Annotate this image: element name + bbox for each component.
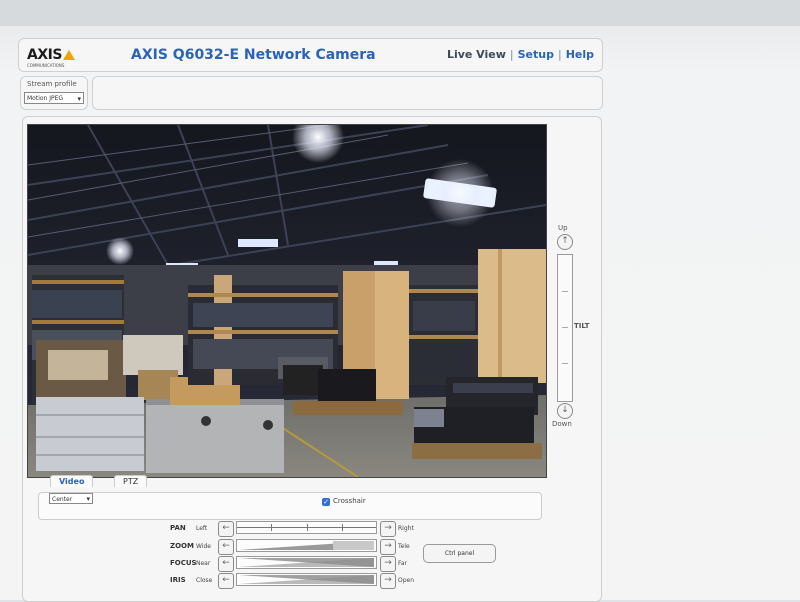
preset-select[interactable]: Center ▾ bbox=[49, 493, 93, 504]
arrow-left-icon: ← bbox=[222, 558, 230, 568]
tab-ptz[interactable]: PTZ bbox=[114, 475, 148, 487]
browser-top-strip bbox=[0, 0, 800, 26]
stream-profile-select[interactable]: Motion JPEG ▾ bbox=[24, 92, 84, 104]
logo-text: AXIS bbox=[27, 47, 62, 63]
stream-profile-label: Stream profile bbox=[27, 80, 77, 88]
arrow-right-icon: → bbox=[384, 541, 392, 551]
tilt-tick bbox=[562, 327, 568, 328]
iris-open-button[interactable]: → bbox=[380, 573, 396, 589]
logo-subtitle: COMMUNICATIONS bbox=[27, 63, 65, 68]
zoom-tele-label: Tele bbox=[398, 543, 410, 550]
top-nav: Live View | Setup | Help bbox=[447, 48, 594, 61]
logo-triangle-icon bbox=[62, 50, 75, 60]
focus-near-label: Near bbox=[196, 560, 211, 567]
nav-separator: | bbox=[509, 48, 514, 61]
pan-right-label: Right bbox=[398, 525, 414, 532]
checkmark-icon: ✓ bbox=[322, 498, 330, 506]
axis-logo[interactable]: AXIS COMMUNICATIONS bbox=[27, 47, 75, 68]
tilt-up-label: Up bbox=[558, 224, 568, 232]
live-video-feed[interactable] bbox=[27, 124, 547, 478]
focus-near-button[interactable]: ← bbox=[218, 556, 234, 572]
page-title: AXIS Q6032-E Network Camera bbox=[131, 47, 376, 63]
focus-slider[interactable] bbox=[236, 556, 377, 569]
iris-open-label: Open bbox=[398, 577, 415, 584]
iris-wedge-graphic bbox=[239, 575, 374, 584]
ptz-options-row: Center ▾ ✓ Crosshair bbox=[38, 492, 542, 520]
arrow-down-icon: ↓ bbox=[561, 405, 569, 415]
zoom-wide-button[interactable]: ← bbox=[218, 539, 234, 555]
pan-slider[interactable] bbox=[236, 521, 377, 534]
iris-close-label: Close bbox=[196, 577, 213, 584]
pan-tick bbox=[307, 524, 308, 531]
arrow-left-icon: ← bbox=[222, 541, 230, 551]
stream-profile-box: Stream profile Motion JPEG ▾ bbox=[20, 76, 88, 110]
iris-slider[interactable] bbox=[236, 573, 377, 586]
stream-profile-value: Motion JPEG bbox=[27, 95, 64, 102]
zoom-label: ZOOM bbox=[170, 542, 194, 550]
ctrl-panel-button[interactable]: Ctrl panel bbox=[423, 544, 496, 563]
profile-toolbar bbox=[92, 76, 603, 110]
tilt-down-label: Down bbox=[552, 420, 572, 428]
preset-value: Center bbox=[52, 496, 73, 503]
arrow-left-icon: ← bbox=[222, 523, 230, 533]
nav-separator: | bbox=[557, 48, 562, 61]
warehouse-scene-image bbox=[28, 125, 546, 477]
tilt-label: TILT bbox=[574, 322, 590, 330]
chevron-down-icon: ▾ bbox=[77, 95, 81, 103]
nav-setup[interactable]: Setup bbox=[518, 48, 554, 61]
zoom-wide-label: Wide bbox=[196, 543, 211, 550]
focus-far-label: Far bbox=[398, 560, 408, 567]
arrow-right-icon: → bbox=[384, 575, 392, 585]
header-bar: AXIS COMMUNICATIONS AXIS Q6032-E Network… bbox=[18, 38, 603, 72]
pan-right-button[interactable]: → bbox=[380, 521, 396, 537]
chevron-down-icon: ▾ bbox=[86, 495, 90, 503]
tilt-tick bbox=[562, 363, 568, 364]
arrow-right-icon: → bbox=[384, 558, 392, 568]
tab-video[interactable]: Video bbox=[50, 475, 94, 487]
focus-label: FOCUS bbox=[170, 559, 197, 567]
pan-tick bbox=[271, 524, 272, 531]
arrow-left-icon: ← bbox=[222, 575, 230, 585]
pan-label: PAN bbox=[170, 524, 186, 532]
focus-far-button[interactable]: → bbox=[380, 556, 396, 572]
nav-live-view[interactable]: Live View bbox=[447, 48, 506, 61]
pan-left-button[interactable]: ← bbox=[218, 521, 234, 537]
screen: AXIS COMMUNICATIONS AXIS Q6032-E Network… bbox=[0, 0, 800, 602]
tilt-slider[interactable] bbox=[557, 254, 573, 402]
arrow-up-icon: ↑ bbox=[561, 236, 569, 246]
arrow-right-icon: → bbox=[384, 523, 392, 533]
pan-left-label: Left bbox=[196, 525, 208, 532]
nav-help[interactable]: Help bbox=[566, 48, 594, 61]
iris-close-button[interactable]: ← bbox=[218, 573, 234, 589]
tilt-down-button[interactable]: ↓ bbox=[557, 403, 573, 419]
pan-tick bbox=[342, 524, 343, 531]
crosshair-checkbox[interactable]: ✓ Crosshair bbox=[322, 497, 366, 506]
focus-wedge-graphic bbox=[239, 558, 374, 567]
tilt-up-button[interactable]: ↑ bbox=[557, 234, 573, 250]
tilt-tick bbox=[562, 291, 568, 292]
zoom-tele-button[interactable]: → bbox=[380, 539, 396, 555]
iris-label: IRIS bbox=[170, 576, 186, 584]
zoom-slider[interactable] bbox=[236, 539, 377, 552]
crosshair-label: Crosshair bbox=[333, 497, 366, 505]
zoom-wedge-graphic bbox=[239, 541, 374, 550]
